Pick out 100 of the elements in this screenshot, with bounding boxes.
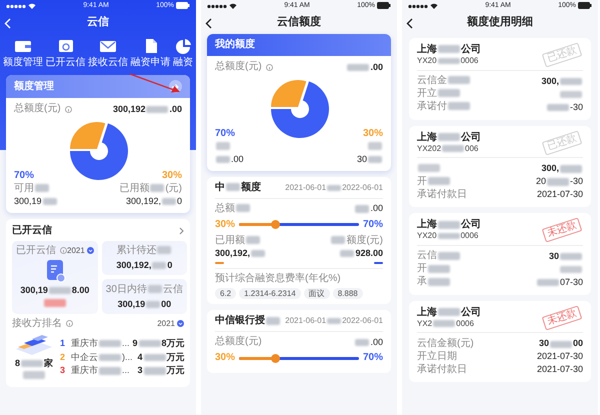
signal-icon [6,4,26,8]
screen-title: 额度使用明细 [467,16,533,30]
field-value: -30 [546,102,583,112]
field-label: 开立 [417,88,461,100]
chevron-right-icon [179,226,184,235]
field-value: 30 [548,250,583,262]
quick-action[interactable]: 融资申请 [130,38,170,69]
quick-action[interactable]: 接收云信 [88,38,128,69]
field-label: 开 [417,176,451,188]
total-value: .00 [354,336,383,348]
tile-label: 30日内待 云信 [106,284,183,296]
rate-label: 预计综合融资息费率(年化%) [215,272,341,284]
ranking-label: 接收方排名 [12,318,62,330]
signal-icon [207,4,227,8]
wallet-icon [14,38,32,54]
recipient-name: 重庆市 ... [71,338,130,349]
total-value: .00 [354,203,383,214]
rank-number: 2 [60,352,66,362]
amount-value: .00 [215,154,244,165]
total-value: 300,192 .00 [112,104,182,114]
field-label: 云信金 [417,75,471,88]
status-stamp: 未还款 [542,305,582,330]
back-icon[interactable] [205,18,212,28]
field-label: 承 [417,276,451,288]
rank-number: 1 [60,338,66,349]
rank-number: 3 [60,365,66,376]
stat-label: 可用 [14,183,50,195]
recipient-amount: 9 8万元 [132,338,185,349]
info-icon [64,106,72,112]
envelope-icon [99,38,117,54]
recipient-name: 中企云 )... [71,352,134,362]
field-value: 30 00 [538,338,583,350]
wifi-icon [430,3,438,9]
rate-tag: 1.2314-6.2314 [239,288,301,300]
amount-value: 30 [356,154,383,165]
blurred-text [559,88,583,100]
recipient-name: 重庆市 ... [71,365,131,376]
year-dropdown[interactable]: 2021 [157,318,184,328]
battery-icon [377,2,391,10]
back-icon[interactable] [406,18,413,28]
percent-value: 30% [162,170,182,181]
card-title: 我的额度 [215,39,255,51]
summary-count: 8 家 [14,358,53,368]
bank-name: 中 额度 [215,182,261,194]
chevron-down-icon [177,320,184,328]
battery-icon [578,2,592,10]
battery-icon [176,2,190,10]
field-value: 20 -30 [536,176,583,188]
tile-value: 300,19 8.00 [20,284,90,296]
tile-value: 300,192, 0 [116,260,172,271]
card-icon [56,38,74,54]
arrow-right-icon [172,84,179,90]
total-label: 总额度(元) [215,336,262,348]
screen-title: 云信 [87,16,109,30]
used-label: 已用额 [215,234,261,247]
field-value: 07-30 [536,276,583,288]
year-dropdown[interactable]: 2021 [67,246,94,256]
field-label: 承诺付 [417,101,471,114]
rate-tag: 面议 [304,288,330,300]
total-label: 总额度(元) [215,61,262,73]
field-value: 2021-07-30 [536,351,583,362]
info-icon [60,247,67,254]
recipient-amount: 3 万元 [138,365,185,376]
free-percent: 70% [362,352,383,364]
blurred-text [417,162,441,175]
signal-icon [408,4,428,8]
field-label: 开立日期 [417,350,457,363]
wifi-icon [229,3,237,9]
tile-label: 已开云信 [16,244,56,257]
rate-tag: 8.888 [332,288,363,300]
percent-value: 30% [362,128,383,139]
pie-chart-icon [174,38,192,54]
quick-action[interactable]: 融资 [173,38,193,69]
quick-action[interactable]: 已开云信 [46,38,86,69]
recipient-amount: 4 万元 [138,352,185,362]
total-label: 总额 [215,202,251,215]
blurred-text [367,141,383,153]
section-title: 已开云信 [12,224,52,237]
free-percent: 70% [362,218,383,231]
validity-period: 2021-06-01 2022-06-01 [285,183,383,193]
field-value: 300, [541,76,583,86]
blurred-text [559,264,583,275]
chevron-down-icon [86,247,94,254]
amount-value: 300,19 [14,196,58,207]
field-label: 开 [417,263,451,276]
field-label: 承诺付款日 [417,364,467,376]
field-value: 2021-07-30 [536,189,583,200]
used-value: 300,192, [215,248,266,259]
field-value: 2021-07-30 [536,364,583,376]
bank-name: 中信银行授 [215,315,281,328]
total-value: .00 [346,62,383,72]
quick-action[interactable]: 额度管理 [3,38,43,69]
info-icon [266,64,273,70]
tile-value: 300,19 00 [118,298,172,310]
screen-title: 云信额度 [277,16,321,30]
field-label: 承诺付款日 [417,188,467,201]
rate-tag: 6.2 [215,288,236,300]
used-percent: 30% [215,352,236,364]
free-label: 额度(元) [330,234,383,247]
status-stamp: 未还款 [542,218,582,243]
